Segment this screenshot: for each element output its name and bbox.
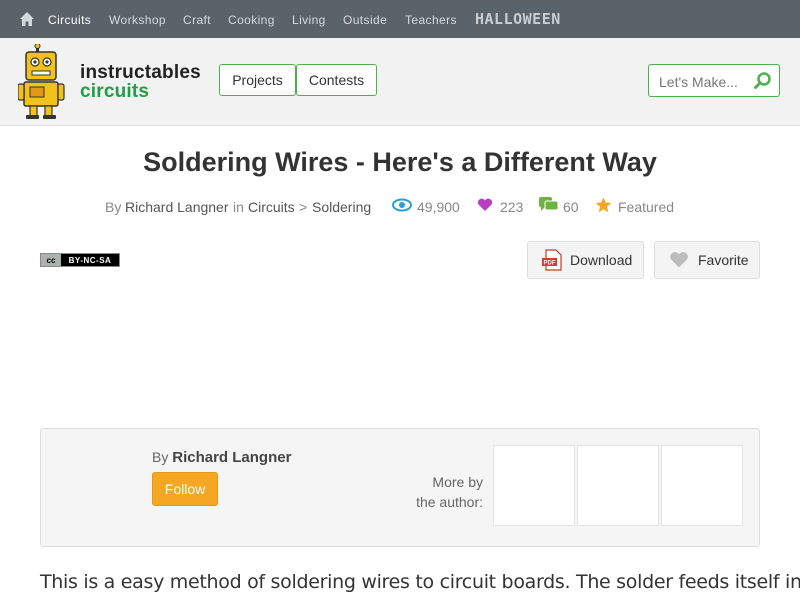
site-header: instructables circuits Projects Contests…	[0, 38, 800, 126]
license-badge[interactable]: cc BY-NC-SA	[40, 253, 120, 267]
nav-teachers[interactable]: Teachers	[405, 13, 457, 27]
views-count: 49,900	[417, 199, 460, 215]
top-nav-bar: Circuits Workshop Craft Cooking Living O…	[0, 0, 800, 38]
follow-button[interactable]: Follow	[152, 472, 218, 506]
author-project-thumbnail[interactable]	[493, 445, 575, 526]
search-box[interactable]: Let's Make...	[648, 64, 780, 97]
nav-halloween-promo[interactable]: HALLOWEEN	[475, 10, 561, 28]
home-icon[interactable]	[19, 11, 35, 27]
subcategory-link[interactable]: Soldering	[312, 199, 371, 215]
author-by-prefix: By	[152, 449, 169, 465]
pdf-icon: PDF	[542, 249, 562, 271]
download-label: Download	[570, 252, 633, 268]
breadcrumb-separator: >	[299, 199, 308, 215]
nav-cooking[interactable]: Cooking	[228, 13, 275, 27]
author-box: By Richard Langner Follow More by the au…	[40, 428, 760, 547]
more-by-author-label: More by the author:	[401, 472, 483, 512]
in-word: in	[233, 199, 244, 215]
author-byline: By Richard Langner	[152, 449, 291, 466]
search-icon[interactable]	[753, 71, 773, 91]
page-title: Soldering Wires - Here's a Different Way	[143, 147, 657, 177]
nav-outside[interactable]: Outside	[343, 13, 387, 27]
more-by-line2: the author:	[416, 494, 483, 510]
heart-icon	[477, 198, 493, 211]
author-project-thumbnail[interactable]	[577, 445, 659, 526]
robot-logo-icon[interactable]	[18, 44, 78, 120]
by-prefix: By	[105, 199, 122, 215]
author-box-name[interactable]: Richard Langner	[172, 449, 291, 466]
comments-count: 60	[563, 199, 579, 215]
search-input[interactable]: Let's Make...	[659, 74, 738, 90]
creative-commons-icon: cc	[41, 254, 61, 266]
featured-label: Featured	[618, 199, 675, 215]
nav-living[interactable]: Living	[292, 13, 326, 27]
intro-paragraph: This is a easy method of soldering wires…	[40, 571, 800, 593]
category-link[interactable]: Circuits	[248, 199, 295, 215]
author-project-thumbnail[interactable]	[661, 445, 743, 526]
nav-craft[interactable]: Craft	[183, 13, 211, 27]
projects-button[interactable]: Projects	[219, 64, 296, 96]
star-icon	[595, 197, 612, 213]
favorite-button[interactable]: Favorite	[654, 241, 760, 279]
more-by-line1: More by	[432, 474, 483, 490]
favorite-label: Favorite	[698, 252, 749, 268]
download-button[interactable]: PDF Download	[527, 241, 644, 279]
svg-text:PDF: PDF	[544, 261, 556, 267]
nav-workshop[interactable]: Workshop	[109, 13, 166, 27]
logo-channel[interactable]: circuits	[80, 81, 149, 103]
license-text: BY-NC-SA	[68, 255, 112, 265]
comments-icon	[539, 197, 558, 211]
author-link[interactable]: Richard Langner	[125, 199, 229, 215]
favorites-count: 223	[500, 199, 524, 215]
nav-circuits[interactable]: Circuits	[48, 13, 91, 27]
favorite-heart-icon	[670, 252, 688, 268]
views-eye-icon	[392, 198, 412, 212]
contests-button[interactable]: Contests	[296, 64, 377, 96]
